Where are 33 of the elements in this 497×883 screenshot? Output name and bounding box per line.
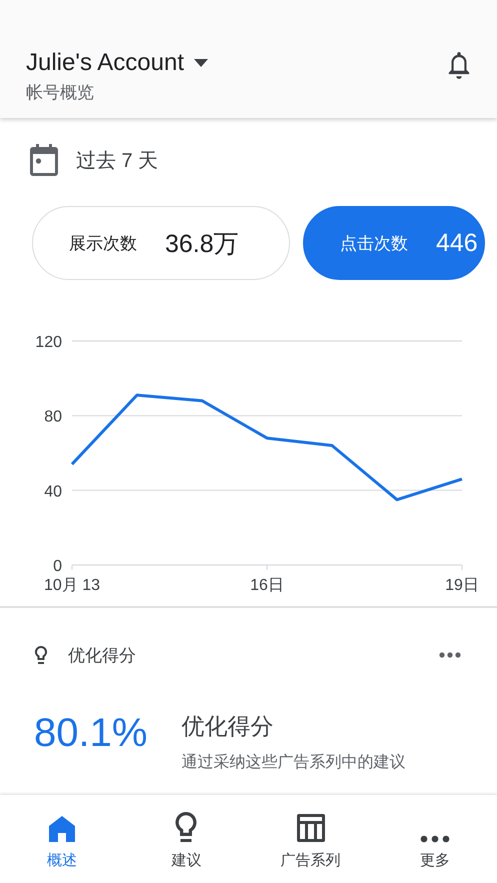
notifications-icon[interactable] (446, 50, 472, 80)
metric-value: 446 (436, 228, 478, 258)
y-tick-label: 120 (35, 334, 62, 351)
account-switcher[interactable]: Julie's Account (26, 49, 208, 77)
lightbulb-icon (34, 645, 48, 665)
table-icon (296, 813, 326, 843)
x-tick-label: 10月 13 (44, 577, 100, 594)
more-icon (420, 835, 450, 843)
y-tick-label: 0 (53, 558, 62, 575)
optimization-score: 80.1% (34, 710, 148, 756)
lightbulb-icon (174, 811, 198, 843)
nav-tab[interactable]: 建议 (131, 808, 242, 870)
nav-tab[interactable]: 概述 (7, 808, 118, 870)
metric-chip[interactable]: 点击次数 446 (303, 206, 485, 280)
nav-tab[interactable]: 更多 (380, 808, 490, 870)
calendar-icon[interactable] (30, 144, 58, 176)
metric-label: 展示次数 (69, 232, 137, 254)
date-range-label[interactable]: 过去 7 天 (76, 146, 158, 174)
page-subtitle: 帐号概览 (26, 82, 95, 104)
score-description: 通过采纳这些广告系列中的建议 (181, 752, 406, 772)
y-tick-label: 80 (44, 408, 62, 426)
caret-icon (194, 59, 208, 67)
score-title: 优化得分 (181, 712, 274, 740)
metric-label: 点击次数 (340, 232, 408, 254)
x-tick-label: 19日 (445, 577, 479, 594)
home-icon (48, 815, 76, 843)
metric-value: 36.8万 (165, 228, 239, 260)
metric-chip[interactable]: 展示次数 36.8万 (32, 206, 290, 280)
x-tick-label: 16日 (250, 577, 284, 594)
card-title: 优化得分 (68, 644, 137, 666)
more-options-icon[interactable] (439, 652, 461, 658)
y-tick-label: 40 (44, 483, 62, 500)
nav-tab[interactable]: 广告系列 (256, 808, 366, 870)
